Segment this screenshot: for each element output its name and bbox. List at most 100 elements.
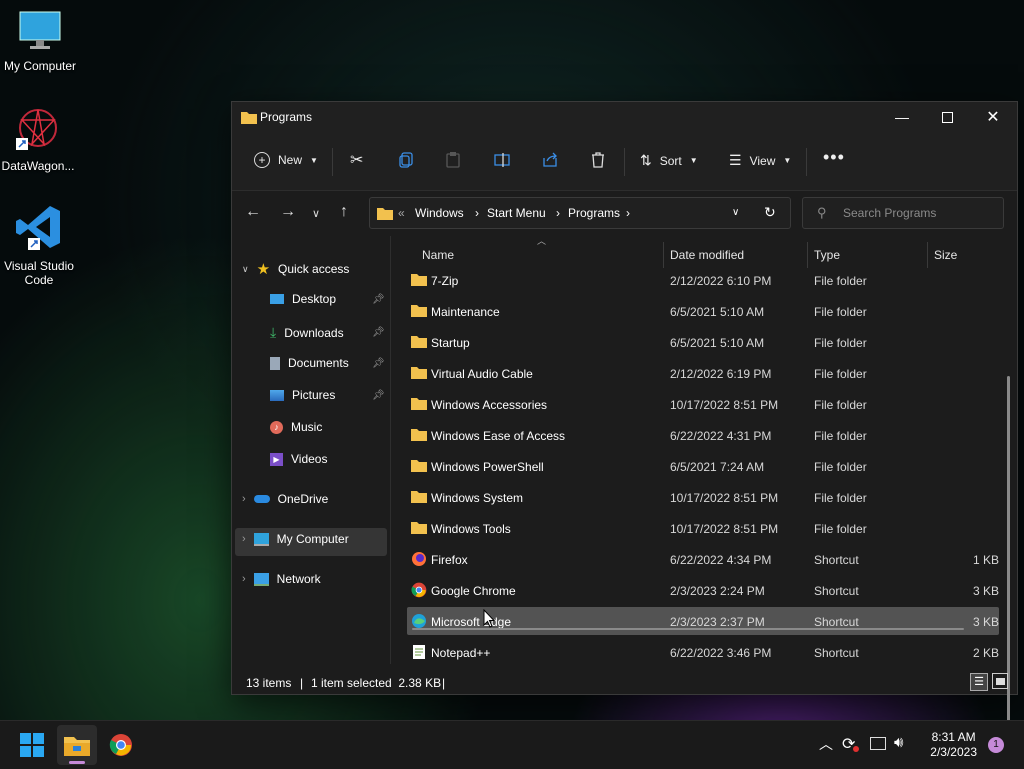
file-row[interactable]: Virtual Audio Cable 2/12/2022 6:19 PM File… — [407, 359, 999, 387]
window-title: Programs — [260, 110, 313, 124]
file-row[interactable]: Firefox 6/22/2022 4:34 PM Shortcut 1 KB — [407, 545, 999, 573]
file-row[interactable]: Microsoft Edge 2/3/2023 2:37 PM Shortcut 3 … — [407, 607, 999, 635]
file-type: File folder — [814, 491, 867, 505]
file-rows: 7-Zip 2/12/2022 6:10 PM File folder Mainten… — [392, 272, 1012, 664]
nav-onedrive[interactable]: › OneDrive — [242, 492, 328, 506]
back-arrow-icon[interactable]: ← — [245, 203, 261, 221]
paste-icon[interactable] — [446, 152, 460, 168]
taskbar-chrome[interactable] — [101, 725, 141, 765]
file-row[interactable]: Notepad++ 6/22/2022 3:46 PM Shortcut 2 KB — [407, 638, 999, 664]
file-row[interactable]: Windows System 10/17/2022 8:51 PM File fol… — [407, 483, 999, 511]
file-row[interactable]: Startup 6/5/2021 5:10 AM File folder — [407, 328, 999, 356]
datawagon-icon — [16, 109, 57, 150]
file-name: Microsoft Edge — [431, 615, 512, 629]
file-row[interactable]: Windows PowerShell 6/5/2021 7:24 AM File f… — [407, 452, 999, 480]
rename-icon[interactable] — [494, 153, 510, 167]
up-arrow-icon[interactable]: ↑ — [340, 203, 348, 221]
minimize-button[interactable]: — — [879, 102, 925, 132]
more-options-icon[interactable]: ••• — [823, 147, 845, 168]
view-button[interactable]: ☰ View ▼ — [729, 152, 791, 169]
title-bar[interactable]: Programs — ✕ — [232, 102, 1017, 132]
column-separator[interactable] — [663, 242, 664, 268]
nav-network[interactable]: › Network — [242, 572, 321, 586]
windows-logo-icon — [20, 733, 44, 757]
breadcrumb-separator-icon[interactable]: › — [556, 206, 560, 220]
view-icon: ☰ — [729, 152, 742, 168]
breadcrumb-overflow[interactable]: « — [398, 206, 405, 220]
folder-icon — [411, 334, 427, 353]
tiles-view-icon[interactable] — [992, 673, 1008, 689]
desktop-icon-datawagon[interactable]: DataWagon... — [0, 106, 78, 173]
start-button[interactable] — [12, 725, 52, 765]
nav-desktop[interactable]: Desktop 📌︎ — [270, 292, 386, 306]
network-status-icon[interactable] — [870, 737, 886, 750]
nav-label: Quick access — [278, 262, 350, 276]
breadcrumb-programs[interactable]: Programs — [568, 206, 620, 220]
nav-music[interactable]: ♪ Music — [270, 420, 322, 434]
refresh-icon[interactable]: ↻ — [764, 204, 776, 221]
copy-icon[interactable] — [399, 152, 413, 168]
file-row[interactable]: Maintenance 6/5/2021 5:10 AM File folder — [407, 297, 999, 325]
delete-icon[interactable] — [591, 152, 605, 168]
nav-pictures[interactable]: Pictures 📌︎ — [270, 388, 386, 402]
forward-arrow-icon[interactable]: → — [280, 203, 296, 221]
system-clock[interactable]: 8:31 AM 2/3/2023 — [930, 730, 977, 760]
column-header-size[interactable]: Size — [934, 248, 957, 262]
maximize-button[interactable] — [924, 102, 970, 132]
column-separator[interactable] — [927, 242, 928, 268]
address-dropdown-icon[interactable]: ∨ — [732, 207, 739, 218]
file-type: File folder — [814, 367, 867, 381]
breadcrumb-separator-icon[interactable]: › — [475, 206, 479, 220]
file-row[interactable]: 7-Zip 2/12/2022 6:10 PM File folder — [407, 272, 999, 294]
file-row[interactable]: Google Chrome 2/3/2023 2:24 PM Shortcut 3 K… — [407, 576, 999, 604]
column-separator[interactable] — [807, 242, 808, 268]
nav-label: Pictures — [292, 388, 336, 402]
column-header-name[interactable]: Name — [422, 248, 454, 262]
pin-icon[interactable]: 📌︎ — [372, 327, 385, 338]
sort-label: Sort — [659, 153, 682, 168]
breadcrumb-separator-icon[interactable]: › — [626, 206, 630, 220]
sort-button[interactable]: ⇅ Sort ▼ — [640, 152, 698, 169]
nav-documents[interactable]: Documents 📌︎ — [270, 356, 386, 370]
file-row[interactable]: Windows Ease of Access 6/22/2022 4:31 PM F… — [407, 421, 999, 449]
column-header-date[interactable]: Date modified — [670, 248, 744, 262]
column-header-type[interactable]: Type — [814, 248, 840, 262]
address-bar[interactable]: « Windows › Start Menu › Programs › ∨ ↻ — [369, 197, 791, 229]
videos-icon: ▶ — [270, 452, 283, 466]
nav-my-computer[interactable]: › My Computer — [242, 532, 349, 546]
taskbar: ︿ ⟳ 🔊︎ 8:31 AM 2/3/2023 1 — [0, 720, 1024, 769]
desktop-icon-my-computer[interactable]: My Computer — [0, 10, 80, 73]
volume-icon[interactable]: 🔊︎ — [894, 734, 903, 751]
show-hidden-icons-chevron[interactable]: ︿ — [819, 734, 833, 754]
nav-quick-access[interactable]: ∨ ★ Quick access — [242, 260, 349, 278]
folder-icon — [377, 208, 393, 220]
pin-icon[interactable]: 📌︎ — [372, 358, 385, 369]
nav-label: Documents — [288, 356, 349, 370]
notepad-shortcut-icon — [411, 644, 427, 664]
nav-label: Network — [276, 572, 321, 586]
toolbar-divider — [332, 148, 333, 176]
new-button[interactable]: + New ▼ — [254, 152, 318, 168]
taskbar-file-explorer[interactable] — [57, 725, 97, 765]
breadcrumb-start-menu[interactable]: Start Menu — [487, 206, 546, 220]
file-row[interactable]: Windows Tools 10/17/2022 8:51 PM File fold… — [407, 514, 999, 542]
file-row[interactable]: Windows Accessories 10/17/2022 8:51 PM Fil… — [407, 390, 999, 418]
file-name: Google Chrome — [431, 584, 516, 598]
cut-icon[interactable]: ✂ — [350, 150, 363, 170]
chevron-right-icon: › — [242, 573, 246, 585]
close-button[interactable]: ✕ — [970, 102, 1016, 132]
share-icon[interactable] — [542, 152, 558, 168]
nav-videos[interactable]: ▶ Videos — [270, 452, 327, 466]
notification-badge[interactable]: 1 — [988, 737, 1004, 753]
search-box[interactable]: ⚲ Search Programs — [802, 197, 1004, 229]
desktop-icon-vscode[interactable]: Visual Studio Code — [0, 202, 79, 287]
pin-icon[interactable]: 📌︎ — [372, 294, 385, 305]
nav-label: Music — [291, 420, 323, 434]
pane-divider[interactable] — [390, 236, 391, 664]
breadcrumb-windows[interactable]: Windows — [415, 206, 464, 220]
details-view-icon[interactable]: ☰ — [970, 673, 988, 691]
recent-locations-chevron-icon[interactable]: ∨ — [312, 207, 320, 220]
pin-icon[interactable]: 📌︎ — [372, 390, 385, 401]
folder-icon — [411, 365, 427, 384]
nav-downloads[interactable]: ⤓ Downloads 📌︎ — [270, 324, 386, 341]
